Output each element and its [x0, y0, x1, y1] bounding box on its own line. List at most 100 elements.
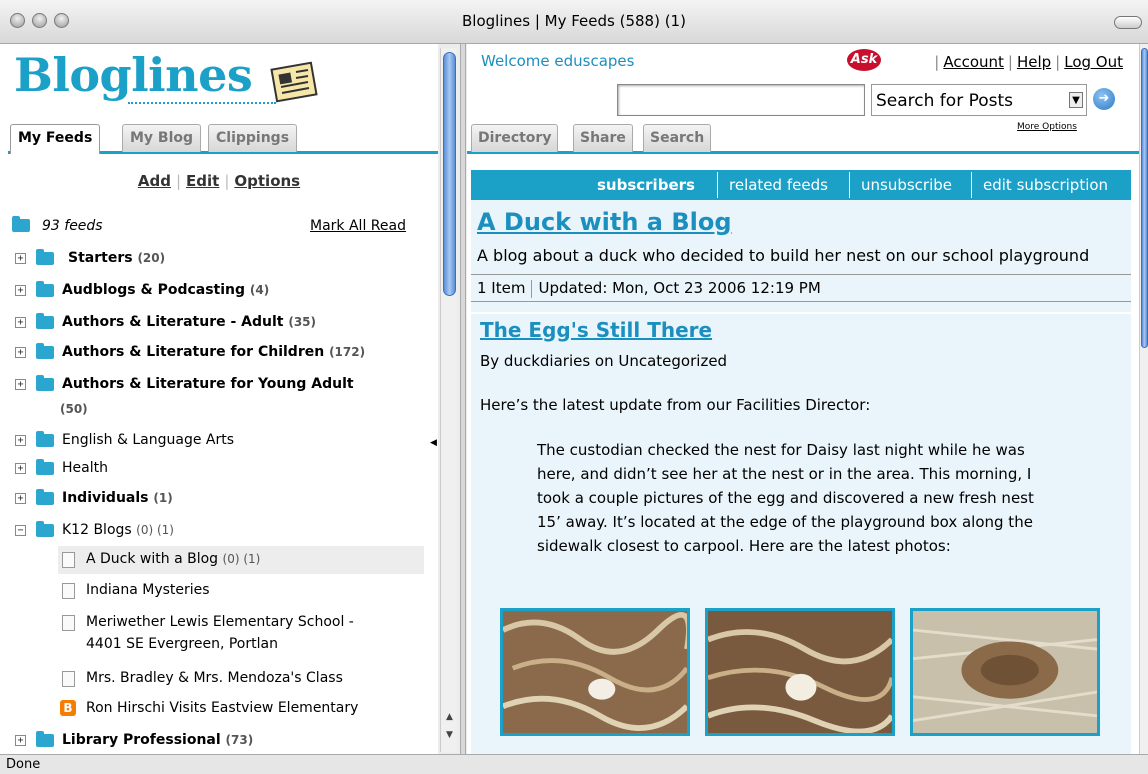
- folder-authors-adult[interactable]: + Authors & Literature - Adult (35): [0, 310, 430, 336]
- search-type-select[interactable]: Search for Posts ▼: [871, 84, 1087, 116]
- feed-item-meriwether-lewis[interactable]: Meriwether Lewis Elementary School - 440…: [58, 610, 424, 660]
- feed-meta: 1 Item Updated: Mon, Oct 23 2006 12:19 PM: [471, 274, 1131, 302]
- folder-icon: [36, 731, 54, 747]
- tab-my-blog[interactable]: My Blog: [122, 124, 202, 152]
- expand-icon[interactable]: +: [15, 253, 26, 264]
- help-link[interactable]: Help: [1017, 53, 1051, 71]
- document-icon: [62, 615, 75, 631]
- left-tabs: My Feeds My Blog Clippings: [8, 124, 438, 154]
- expand-icon[interactable]: +: [15, 379, 26, 390]
- account-links: | Account | Help | Log Out: [934, 53, 1123, 71]
- folder-count: (50): [60, 402, 88, 416]
- expand-icon[interactable]: +: [15, 317, 26, 328]
- feed-label: Meriwether Lewis Elementary School -: [86, 614, 354, 630]
- feed-header: A Duck with a Blog A blog about a duck w…: [471, 200, 1131, 312]
- expand-icon[interactable]: +: [15, 493, 26, 504]
- collapse-pane-arrow-icon[interactable]: ◀: [430, 438, 437, 448]
- expand-icon[interactable]: +: [15, 435, 26, 446]
- folder-english[interactable]: + English & Language Arts: [0, 428, 430, 454]
- folder-health[interactable]: + Health: [0, 456, 430, 482]
- folder-authors-young-adult[interactable]: + Authors & Literature for Young Adult (…: [0, 372, 430, 424]
- feed-item-duck-blog[interactable]: A Duck with a Blog (0) (1): [58, 546, 424, 574]
- document-icon: [62, 583, 75, 599]
- folder-icon: [36, 313, 54, 329]
- newspaper-icon: [270, 61, 318, 103]
- expand-icon[interactable]: +: [15, 735, 26, 746]
- folder-starters[interactable]: + Starters (20): [0, 246, 430, 272]
- folder-icon: [36, 375, 54, 391]
- folder-icon: [36, 459, 54, 475]
- options-link[interactable]: Options: [234, 172, 300, 190]
- post-title[interactable]: The Egg's Still There: [480, 318, 712, 342]
- subscribers-button[interactable]: subscribers: [597, 176, 695, 194]
- tab-share[interactable]: Share: [573, 124, 633, 152]
- document-icon: [62, 671, 75, 687]
- folder-label: K12 Blogs (0) (1): [62, 522, 174, 538]
- egg-photo-2[interactable]: [705, 608, 895, 736]
- tab-my-feeds[interactable]: My Feeds: [10, 124, 101, 154]
- blogger-icon: B: [60, 700, 76, 716]
- tab-directory[interactable]: Directory: [471, 124, 559, 152]
- edit-subscription-button[interactable]: edit subscription: [983, 176, 1108, 194]
- document-icon: [62, 552, 75, 568]
- right-scrollbar[interactable]: [1139, 44, 1148, 754]
- feed-item-indiana-mysteries[interactable]: Indiana Mysteries: [58, 578, 424, 604]
- post-byline: By duckdiaries on Uncategorized: [480, 352, 728, 370]
- folder-library-professional[interactable]: + Library Professional (73): [0, 728, 430, 754]
- related-feeds-button[interactable]: related feeds: [729, 176, 828, 194]
- folder-label: Audblogs & Podcasting (4): [62, 282, 270, 298]
- search-go-button[interactable]: ➜: [1093, 88, 1115, 110]
- folder-icon: [36, 343, 54, 359]
- updated-date: Updated: Mon, Oct 23 2006 12:19 PM: [538, 279, 821, 297]
- ask-logo[interactable]: Ask: [847, 49, 881, 71]
- right-tabs: Directory Share Search: [467, 124, 1139, 154]
- collapse-icon[interactable]: −: [15, 525, 26, 536]
- folder-open-icon: [12, 216, 30, 232]
- edit-link[interactable]: Edit: [186, 172, 219, 190]
- folder-icon: [36, 489, 54, 505]
- feed-label-line2: 4401 SE Evergreen, Portlan: [86, 636, 278, 652]
- folder-individuals[interactable]: + Individuals (1): [0, 486, 430, 512]
- bloglines-logo[interactable]: Bloglines: [14, 48, 253, 102]
- post: The Egg's Still There By duckdiaries on …: [471, 314, 1131, 754]
- egg-photo-1[interactable]: [500, 608, 690, 736]
- scroll-down-icon[interactable]: ▼: [443, 730, 456, 743]
- feeds-count: 93 feeds: [42, 218, 103, 234]
- nest-photo-3[interactable]: [910, 608, 1100, 736]
- folder-label: Authors & Literature for Children (172): [62, 344, 366, 360]
- folder-icon: [36, 431, 54, 447]
- folder-icon: [36, 281, 54, 297]
- folder-k12-blogs[interactable]: − K12 Blogs (0) (1): [0, 518, 430, 544]
- feed-actions: Add | Edit | Options: [137, 172, 301, 190]
- scroll-thumb[interactable]: [1141, 48, 1148, 348]
- feed-title[interactable]: A Duck with a Blog: [477, 208, 732, 236]
- feed-item-bradley-mendoza[interactable]: Mrs. Bradley & Mrs. Mendoza's Class: [58, 666, 424, 692]
- folder-label: English & Language Arts: [62, 432, 235, 448]
- pane-splitter[interactable]: [460, 44, 466, 754]
- folder-label: Individuals (1): [62, 490, 173, 506]
- mark-all-read-link[interactable]: Mark All Read: [310, 218, 406, 234]
- search-input[interactable]: [617, 84, 865, 116]
- folder-audblogs[interactable]: + Audblogs & Podcasting (4): [0, 278, 430, 304]
- account-link[interactable]: Account: [943, 53, 1004, 71]
- folder-authors-children[interactable]: + Authors & Literature for Children (172…: [0, 340, 430, 366]
- folder-icon: [36, 249, 54, 265]
- unsubscribe-button[interactable]: unsubscribe: [861, 176, 952, 194]
- expand-icon[interactable]: +: [15, 347, 26, 358]
- status-bar: Done: [0, 754, 1148, 774]
- feed-item-ron-hirschi[interactable]: B Ron Hirschi Visits Eastview Elementary: [58, 696, 424, 722]
- tab-search[interactable]: Search: [643, 124, 712, 152]
- expand-icon[interactable]: +: [15, 463, 26, 474]
- scroll-thumb[interactable]: [443, 52, 456, 296]
- left-scrollbar[interactable]: ▲ ▼: [440, 48, 457, 752]
- feed-label: Ron Hirschi Visits Eastview Elementary: [86, 700, 359, 716]
- toolbar-toggle-button[interactable]: [1114, 16, 1142, 29]
- expand-icon[interactable]: +: [15, 285, 26, 296]
- feed-action-bar: subscribers related feeds unsubscribe ed…: [471, 170, 1131, 200]
- scroll-up-icon[interactable]: ▲: [443, 712, 456, 725]
- tab-clippings[interactable]: Clippings: [208, 124, 298, 152]
- feed-description: A blog about a duck who decided to build…: [477, 246, 1090, 265]
- logout-link[interactable]: Log Out: [1064, 53, 1123, 71]
- folder-label: Health: [62, 460, 108, 476]
- add-link[interactable]: Add: [138, 172, 171, 190]
